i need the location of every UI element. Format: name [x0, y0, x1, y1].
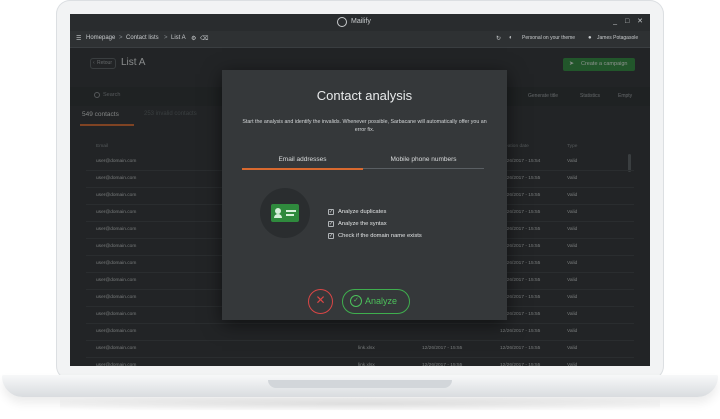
dialog-description: Start the analysis and identify the inva… [242, 119, 487, 133]
checkbox-duplicates[interactable]: ✓ [328, 209, 334, 215]
option-label: Analyze duplicates [338, 209, 387, 215]
dialog-active-tab-indicator [242, 168, 363, 170]
dialog-title: Contact analysis [316, 88, 413, 103]
breadcrumb-homepage[interactable]: Homepage [86, 35, 115, 41]
menu-icon[interactable]: ☰ [76, 35, 81, 42]
refresh-icon[interactable]: ↻ [496, 35, 501, 42]
app-screen: Mailify _ □ ✕ ☰ Homepage > Contact lists… [70, 14, 650, 366]
app-logo-icon [337, 17, 347, 27]
tab-mobile-phone-numbers[interactable]: Mobile phone numbers [363, 156, 484, 163]
analyze-button[interactable]: ✓ Analyze [342, 289, 410, 314]
breadcrumb-separator: > [164, 35, 168, 41]
checkbox-domain[interactable]: ✓ [328, 233, 334, 239]
theme-icon[interactable]: ◐ [509, 35, 513, 41]
laptop-shadow [60, 398, 660, 410]
app-name: Mailify [351, 18, 371, 25]
cancel-button[interactable]: ✕ [308, 289, 333, 314]
user-name[interactable]: James Potagasole [597, 35, 638, 41]
contact-analysis-dialog: Contact analysis Start the analysis and … [222, 70, 507, 320]
analyze-button-label: Analyze [365, 296, 398, 306]
window-controls[interactable]: _ □ ✕ [613, 17, 646, 25]
trash-icon[interactable]: ⌫ [200, 35, 208, 42]
check-circle-icon: ✓ [350, 295, 362, 307]
option-label: Check if the domain name exists [338, 233, 422, 239]
breadcrumb-list-a[interactable]: List A [171, 35, 186, 41]
breadcrumb-contact-lists[interactable]: Contact lists [126, 35, 159, 41]
laptop-notch [268, 380, 452, 388]
breadcrumb-bar: ☰ Homepage > Contact lists > List A ⚙ ⌫ … [70, 31, 650, 48]
settings-icon[interactable]: ⚙ [191, 35, 196, 42]
tab-email-addresses[interactable]: Email addresses [242, 156, 363, 163]
option-label: Analyze the syntax [338, 221, 387, 227]
dialog-tab-divider [363, 168, 484, 169]
user-icon: ● [588, 35, 592, 41]
theme-selector[interactable]: Personal on your theme [522, 35, 575, 41]
contact-card-icon [260, 188, 310, 238]
title-bar: Mailify _ □ ✕ [70, 14, 650, 31]
checkbox-syntax[interactable]: ✓ [328, 221, 334, 227]
breadcrumb-separator: > [119, 35, 123, 41]
